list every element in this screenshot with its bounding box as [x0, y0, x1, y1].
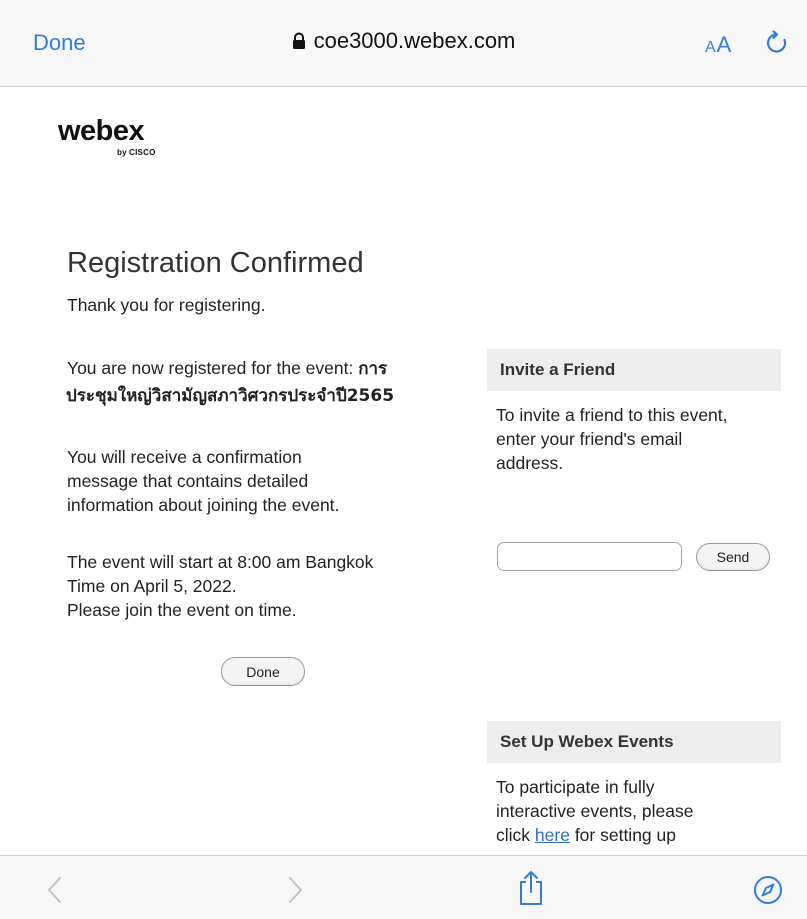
friend-email-input[interactable]: [497, 542, 682, 571]
invite-line: enter your friend's email: [496, 429, 683, 449]
browser-done-button[interactable]: Done: [33, 30, 86, 56]
reload-icon[interactable]: [764, 30, 790, 56]
invite-friend-text: To invite a friend to this event, enter …: [496, 403, 728, 475]
text-size-button[interactable]: AA: [705, 32, 732, 58]
url-text: coe3000.webex.com: [313, 28, 516, 53]
done-button[interactable]: Done: [221, 657, 305, 686]
lock-icon: [292, 32, 305, 49]
start-line: Please join the event on time.: [67, 600, 297, 620]
invite-friend-heading: Invite a Friend: [500, 360, 616, 379]
start-line: Time on April 5, 2022.: [67, 576, 237, 596]
event-name-part1: การ: [358, 359, 388, 379]
text-size-large-label: A: [716, 32, 733, 57]
setup-events-heading: Set Up Webex Events: [500, 732, 674, 751]
setup-line: interactive events, please: [496, 801, 694, 821]
setup-line3-suffix: for setting up: [574, 825, 676, 845]
setup-events-header: Set Up Webex Events: [487, 721, 781, 763]
forward-icon[interactable]: [278, 874, 310, 906]
registered-prefix: You are now registered for the event:: [67, 358, 354, 378]
setup-line3-prefix: click: [496, 825, 531, 845]
share-icon[interactable]: [515, 870, 547, 906]
confirmation-line: information about joining the event.: [67, 495, 340, 515]
thanks-text: Thank you for registering.: [67, 295, 266, 315]
invite-line: address.: [496, 453, 564, 473]
event-start-text: The event will start at 8:00 am Bangkok …: [67, 550, 373, 622]
invite-line: To invite a friend to this event,: [496, 405, 728, 425]
setup-line: To participate in fully: [496, 777, 655, 797]
logo-byline: by CISCO: [117, 148, 156, 157]
browser-bottom-toolbar: [0, 855, 807, 919]
setup-here-link[interactable]: here: [535, 825, 570, 845]
confirmation-line: You will receive a confirmation: [67, 447, 302, 467]
invite-friend-header: Invite a Friend: [487, 349, 781, 391]
browser-top-bar: Done coe3000.webex.com AA: [0, 0, 807, 87]
start-line: The event will start at 8:00 am Bangkok: [67, 552, 374, 572]
send-button[interactable]: Send: [696, 543, 770, 571]
setup-events-text: To participate in fully interactive even…: [496, 775, 693, 847]
registered-text: You are now registered for the event: กา…: [67, 356, 387, 381]
back-icon[interactable]: [40, 874, 72, 906]
setup-line: click here for setting up: [496, 823, 693, 847]
event-name-part2: ประชุมใหญ่วิสามัญสภาวิศวกรประจำปี2565: [66, 386, 395, 406]
address-bar[interactable]: coe3000.webex.com: [292, 28, 516, 54]
confirmation-text: You will receive a confirmation message …: [67, 445, 339, 517]
compass-icon[interactable]: [752, 874, 784, 906]
confirmation-line: message that contains detailed: [67, 471, 309, 491]
webex-logo: webex by CISCO: [58, 116, 156, 157]
text-size-small-label: A: [705, 39, 717, 56]
page-title: Registration Confirmed: [67, 247, 364, 279]
event-name-line: ประชุมใหญ่วิสามัญสภาวิศวกรประจำปี2565: [66, 383, 394, 408]
logo-brand: webex: [58, 115, 145, 147]
